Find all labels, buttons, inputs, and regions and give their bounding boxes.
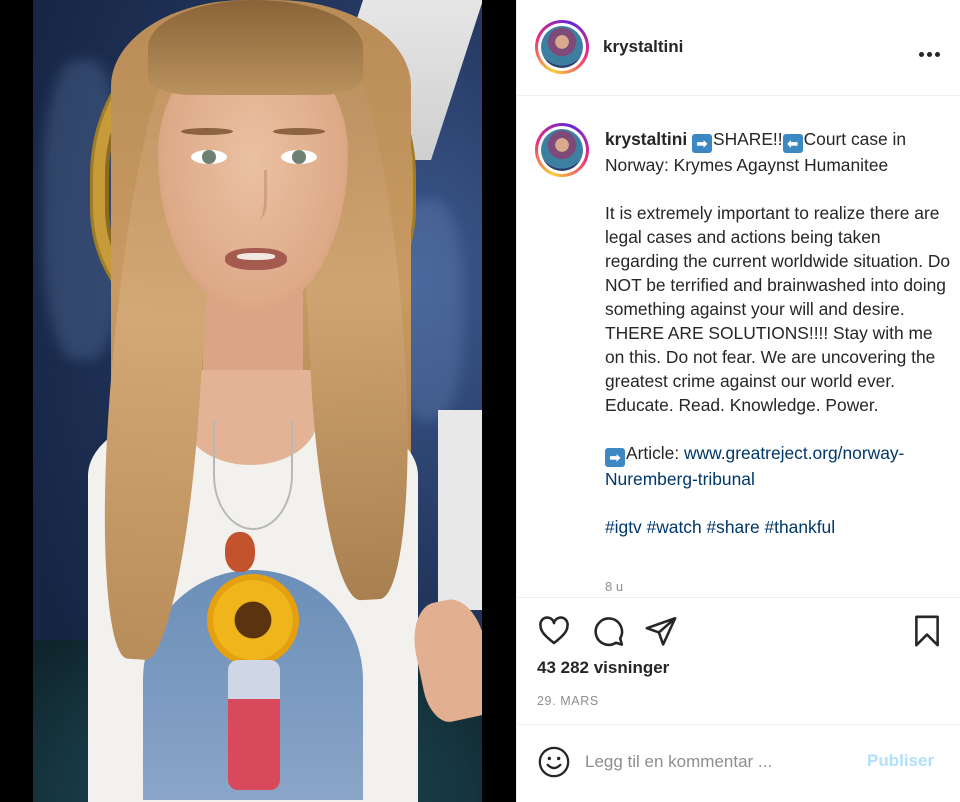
- view-count: 43 282 visninger: [537, 658, 670, 677]
- heart-icon[interactable]: [537, 614, 571, 648]
- emoji-icon[interactable]: [537, 745, 571, 779]
- hair-top: [148, 0, 363, 95]
- sunflower-print: [213, 580, 293, 660]
- eyebrow: [181, 128, 233, 135]
- publish-button[interactable]: Publiser: [867, 751, 934, 771]
- caption-article: ➡ Article: www.greatreject.org/norway-Nur…: [605, 441, 955, 491]
- caption-username[interactable]: krystaltini: [605, 129, 687, 149]
- more-icon[interactable]: [919, 44, 945, 57]
- comment-icon[interactable]: [591, 614, 625, 648]
- arrow-left-icon: ⬅: [782, 134, 803, 153]
- caption-time: 8 u: [605, 579, 624, 594]
- post-panel: krystaltini krystaltini ➡ SHARE!! ⬅ Court c…: [516, 0, 960, 802]
- background-panel: [438, 410, 482, 610]
- mouth: [225, 248, 287, 270]
- avatar[interactable]: [535, 20, 589, 74]
- caption-title: krystaltini ➡ SHARE!! ⬅ Court case in Norwa…: [605, 127, 955, 177]
- eyebrow: [273, 128, 325, 135]
- figure-print: [228, 660, 280, 790]
- caption-avatar[interactable]: [535, 123, 589, 177]
- caption: krystaltini ➡ SHARE!! ⬅ Court case in Norwa…: [605, 127, 955, 539]
- username-link[interactable]: krystaltini: [603, 37, 683, 57]
- comment-bar: Publiser: [517, 724, 960, 802]
- share-icon[interactable]: [644, 614, 678, 648]
- nose: [245, 170, 267, 220]
- eye: [191, 150, 227, 164]
- arrow-right-icon: ➡: [605, 448, 625, 467]
- necklace: [213, 420, 293, 530]
- action-bar: 43 282 visninger 29. MARS: [517, 597, 960, 725]
- caption-body: It is extremely important to realize the…: [605, 203, 951, 415]
- pendant: [225, 532, 255, 572]
- post-header: krystaltini: [517, 0, 960, 96]
- video-frame: [33, 0, 482, 802]
- arrow-right-icon: ➡: [692, 134, 712, 153]
- eye: [281, 150, 317, 164]
- article-label: Article:: [626, 443, 684, 463]
- post-date: 29. MARS: [537, 694, 599, 708]
- bookmark-icon[interactable]: [910, 614, 944, 648]
- caption-area[interactable]: krystaltini ➡ SHARE!! ⬅ Court case in Norwa…: [517, 97, 960, 595]
- caption-share: SHARE!!: [713, 129, 783, 149]
- comment-input[interactable]: [585, 747, 855, 777]
- video-player[interactable]: [0, 0, 516, 802]
- hashtags[interactable]: #igtv #watch #share #thankful: [605, 515, 955, 539]
